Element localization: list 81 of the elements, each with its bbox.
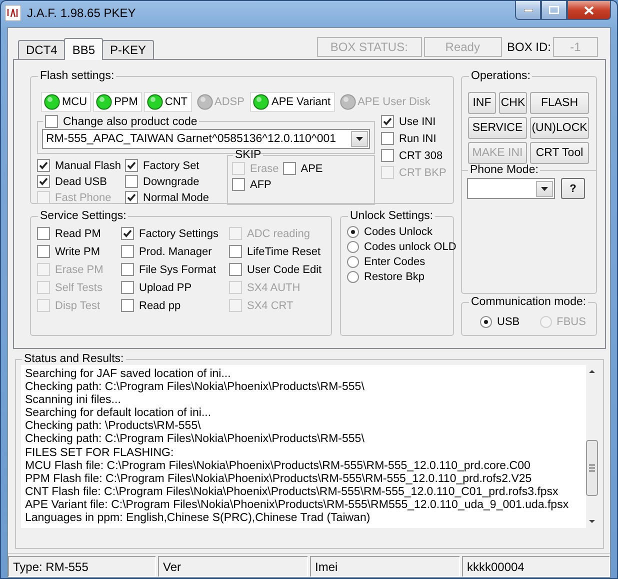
checkbox-label: Dead USB [55, 176, 107, 188]
radio-label: Restore Bkp [364, 270, 425, 282]
checkbox-label: Downgrade [143, 176, 200, 188]
status-bar-field: kkkk00004 [462, 556, 610, 577]
log-line: Checking path: \Products\RM-555\ [25, 420, 202, 434]
help-button[interactable]: ? [561, 178, 585, 199]
checkbox-label: LifeTime Reset [247, 246, 321, 258]
indicator-label: ADSP [214, 96, 244, 108]
checkbox-label: Write PM [55, 246, 100, 258]
checkbox-label: Manual Flash [55, 160, 122, 172]
checkbox-label: Run INI [399, 132, 436, 144]
group-title: Flash settings: [39, 70, 116, 82]
checkbox-label: Normal Mode [143, 192, 210, 204]
tab[interactable]: DCT4 [18, 40, 66, 59]
checkbox-label: Erase [250, 162, 279, 174]
checkbox-label: CRT BKP [399, 166, 446, 178]
radio-label: Codes unlock OLD [364, 240, 456, 252]
group-title: Unlock Settings: [349, 210, 434, 222]
status-bar-field: Imei [310, 556, 460, 577]
radio-label: USB [497, 316, 520, 328]
tab[interactable]: BB5 [64, 38, 104, 60]
checkbox-label: CRT 308 [399, 150, 443, 162]
log-line: Searching for JAF saved location of ini... [25, 368, 232, 382]
operation-button[interactable]: CRT Tool [530, 142, 589, 164]
checkbox-label: Read PM [55, 228, 101, 240]
group-title: Phone Mode: [469, 164, 540, 176]
operation-button[interactable]: CHK [499, 92, 527, 114]
log-line: CNT Flash file: C:\Program Files\Nokia\Phoenix\Products\RM-555\RM-555_12.0.110_C01_prd.rofs3.fpsx [25, 486, 560, 499]
checkbox-label: SX4 AUTH [247, 282, 300, 294]
log-line: MCU Flash file: C:\Program Files\Nokia\Phoenix\Products\RM-555\RM-555_12.0.110_prd.core.C00 [25, 460, 532, 473]
group-title: Status and Results: [23, 353, 125, 365]
operation-button[interactable]: SERVICE [468, 117, 527, 139]
checkbox-label: Upload PP [139, 282, 192, 294]
radio-label: Enter Codes [364, 256, 426, 268]
indicator-label: MCU [62, 96, 88, 108]
log-line: FILES SET FOR FLASHING: [25, 446, 175, 460]
tab[interactable]: P-KEY [102, 40, 154, 59]
group-title: Service Settings: [39, 210, 128, 222]
checkbox-label: User Code Edit [247, 264, 322, 276]
log-line: PPM Flash file: C:\Program Files\Nokia\Phoenix\Products\RM-555\RM-555_12.0.110_prd.rofs2.V25 [25, 472, 533, 486]
log-line: Checking path: C:\Program Files\Nokia\Phoenix\Products\RM-555\ [25, 433, 366, 447]
checkbox-label: Prod. Manager [139, 246, 212, 258]
box-id-label: BOX ID: [506, 40, 551, 54]
checkbox-label: SX4 CRT [247, 300, 294, 312]
checkbox-label: Factory Settings [139, 228, 218, 240]
checkbox-label: Read pp [139, 300, 181, 312]
log-line: APE Variant file: C:\Program Files\Nokia\Phoenix\Products\RM-555\RM555_12.0.110_uda_9_001.uda.fpsx [25, 498, 570, 512]
group-title: Communication mode: [470, 296, 588, 308]
log-line: Scanning ini files... [25, 394, 122, 408]
group-title: Operations: [470, 70, 532, 82]
log-line: Checking path: C:\Program Files\Nokia\Phoenix\Products\RM-555\ [25, 381, 366, 394]
checkbox-label: AFP [250, 178, 272, 190]
box-status-field: Ready [424, 37, 502, 57]
log-line: Searching for default location of ini... [25, 407, 212, 420]
indicator-label: APE Variant [271, 96, 331, 108]
box-id-field: -1 [553, 37, 598, 57]
group-title: SKIP [234, 149, 262, 161]
log-line: Languages in ppm: English,Chinese S(PRC),Chinese Trad (Taiwan) [25, 512, 372, 526]
status-bar-field: Ver [158, 556, 308, 577]
checkbox-label: Disp Test [55, 300, 100, 312]
window-title: J.A.F. 1.98.65 PKEY [27, 6, 137, 20]
checkbox-label: APE [300, 162, 323, 174]
checkbox-label: File Sys Format [139, 264, 216, 276]
radio-label: FBUS [556, 316, 586, 328]
product-code-dropdown[interactable]: RM-555_APAC_TAIWAN Garnet^0585136^12.0.110^001 [42, 129, 370, 149]
checkbox-label: Fast Phone [55, 192, 112, 204]
operation-button[interactable]: FLASH [530, 92, 589, 114]
box-status-label: BOX STATUS: [316, 37, 422, 57]
operation-button[interactable]: (UN)LOCK [530, 117, 589, 139]
radio-label: Codes Unlock [364, 226, 432, 238]
status-bar-field: Type: RM-555 [8, 556, 156, 577]
indicator-label: CNT [164, 96, 188, 108]
operation-button[interactable]: INF [468, 92, 496, 114]
checkbox-label: ADC reading [247, 228, 310, 240]
checkbox-label: Self Tests [55, 282, 102, 294]
checkbox-label: Use INI [399, 116, 436, 128]
indicator-label: PPM [114, 96, 138, 108]
checkbox-label: Factory Set [143, 160, 200, 172]
checkbox-label: Change also product code [63, 116, 198, 128]
indicator-label: APE User Disk [358, 96, 430, 108]
checkbox-label: Erase PM [55, 264, 104, 276]
